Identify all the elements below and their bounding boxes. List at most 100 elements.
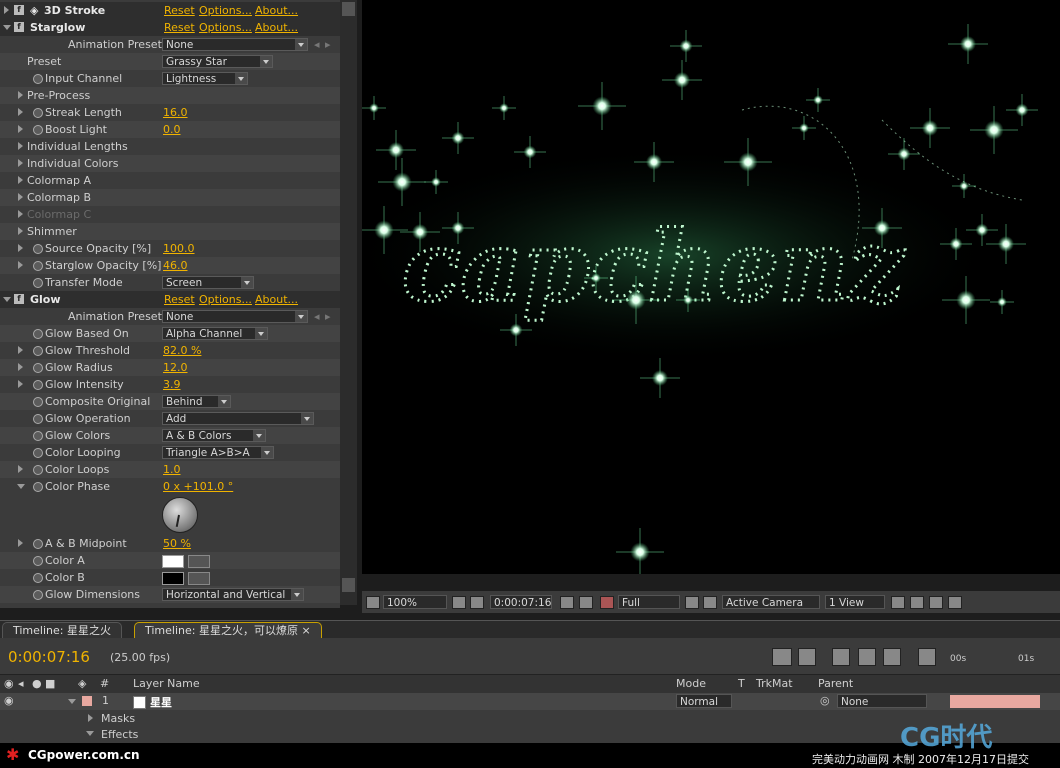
stopwatch-icon[interactable]: [33, 482, 43, 492]
graph-editor-icon[interactable]: [918, 648, 936, 666]
collapse-arrow-icon[interactable]: [3, 25, 11, 30]
expand-arrow-icon[interactable]: [18, 363, 23, 371]
expand-arrow-icon[interactable]: [18, 125, 23, 133]
source-opacity-value[interactable]: 100.0: [163, 240, 195, 257]
about-link[interactable]: About...: [255, 19, 298, 36]
input-channel-dropdown[interactable]: Lightness: [162, 72, 248, 85]
stopwatch-icon[interactable]: [33, 363, 43, 373]
motion-blur-icon[interactable]: [883, 648, 901, 666]
expand-arrow-icon[interactable]: [18, 91, 23, 99]
view-layout-dropdown[interactable]: 1 View: [825, 595, 885, 609]
starglow-opacity-value[interactable]: 46.0: [163, 257, 188, 274]
streak-length-value[interactable]: 16.0: [163, 104, 188, 121]
current-time-code[interactable]: 0:00:07:16: [8, 648, 90, 666]
stopwatch-icon[interactable]: [33, 414, 43, 424]
layer-label-color[interactable]: [82, 696, 92, 706]
stopwatch-icon[interactable]: [33, 74, 43, 84]
expand-arrow-icon[interactable]: [4, 6, 9, 14]
stopwatch-icon[interactable]: [33, 431, 43, 441]
safe-zones-icon[interactable]: [452, 596, 466, 609]
color-phase-dial-knob[interactable]: [162, 497, 198, 533]
always-preview-icon[interactable]: [366, 596, 380, 609]
resolution-dropdown[interactable]: Full: [618, 595, 680, 609]
stopwatch-icon[interactable]: [33, 556, 43, 566]
pixel-aspect-icon[interactable]: [891, 596, 905, 609]
transparency-grid-icon[interactable]: [703, 596, 717, 609]
pick-whip-icon[interactable]: ◎: [820, 694, 830, 707]
3d-view-icon[interactable]: [798, 648, 816, 666]
glow-radius-value[interactable]: 12.0: [163, 359, 188, 376]
stopwatch-icon[interactable]: [33, 278, 43, 288]
blend-mode-dropdown[interactable]: Normal: [676, 694, 732, 708]
comp-button-icon[interactable]: [772, 648, 792, 666]
camera-dropdown[interactable]: Active Camera: [722, 595, 820, 609]
expand-arrow-icon[interactable]: [18, 176, 23, 184]
fx-toggle-icon[interactable]: f: [14, 22, 24, 32]
expand-arrow-icon[interactable]: [18, 380, 23, 388]
color-b-swatch[interactable]: [162, 572, 184, 585]
stopwatch-icon[interactable]: [33, 573, 43, 583]
draft-3d-icon[interactable]: [832, 648, 850, 666]
collapse-arrow-icon[interactable]: [86, 731, 94, 736]
fx-toggle-icon[interactable]: f: [14, 294, 24, 304]
individual-colors-row[interactable]: Individual Colors: [0, 155, 340, 172]
composite-original-dropdown[interactable]: Behind: [162, 395, 231, 408]
expand-arrow-icon[interactable]: [18, 465, 23, 473]
colormap-a-row[interactable]: Colormap A: [0, 172, 340, 189]
zoom-dropdown[interactable]: 100%: [383, 595, 447, 609]
color-channels-icon[interactable]: [600, 596, 614, 609]
expand-arrow-icon[interactable]: [18, 210, 23, 218]
stopwatch-icon[interactable]: [33, 329, 43, 339]
stopwatch-icon[interactable]: [33, 448, 43, 458]
glow-intensity-value[interactable]: 3.9: [163, 376, 181, 393]
expand-arrow-icon[interactable]: [18, 142, 23, 150]
show-snapshot-icon[interactable]: [579, 596, 593, 609]
pre-process-row[interactable]: Pre-Process: [0, 87, 340, 104]
effect-glow-header[interactable]: f Glow Reset Options... About...: [0, 291, 340, 308]
color-a-swatch[interactable]: [162, 555, 184, 568]
tab-timeline-2[interactable]: Timeline: 星星之火，可以燎原 ×: [134, 622, 322, 639]
scroll-up-icon[interactable]: [342, 2, 355, 16]
presets-dropdown[interactable]: None: [162, 310, 308, 323]
glow-operation-dropdown[interactable]: Add: [162, 412, 314, 425]
fast-previews-icon[interactable]: [910, 596, 924, 609]
ab-midpoint-value[interactable]: 50 %: [163, 535, 191, 552]
expand-arrow-icon[interactable]: [18, 227, 23, 235]
transfer-mode-dropdown[interactable]: Screen: [162, 276, 254, 289]
effect-3d-stroke-header[interactable]: f ◈ 3D Stroke Reset Options... About...: [0, 2, 340, 19]
prev-preset-icon[interactable]: ◂: [314, 36, 320, 53]
stopwatch-icon[interactable]: [33, 346, 43, 356]
effects-scrollbar[interactable]: [340, 0, 357, 605]
mask-visibility-icon[interactable]: [470, 596, 484, 609]
timeline-toggle-icon[interactable]: [929, 596, 943, 609]
expand-arrow-icon[interactable]: [18, 539, 23, 547]
stopwatch-icon[interactable]: [33, 465, 43, 475]
tab-timeline-1[interactable]: Timeline: 星星之火: [2, 622, 122, 639]
about-link[interactable]: About...: [255, 291, 298, 308]
eye-icon[interactable]: ◉: [4, 694, 14, 707]
glow-colors-dropdown[interactable]: A & B Colors: [162, 429, 266, 442]
collapse-arrow-icon[interactable]: [68, 699, 76, 704]
stopwatch-icon[interactable]: [33, 125, 43, 135]
close-icon[interactable]: ×: [301, 624, 310, 637]
expand-arrow-icon[interactable]: [88, 714, 93, 722]
scroll-down-icon[interactable]: [342, 578, 355, 592]
glow-dimensions-dropdown[interactable]: Horizontal and Vertical: [162, 588, 304, 601]
about-link[interactable]: About...: [255, 2, 298, 19]
presets-dropdown[interactable]: None: [162, 38, 308, 51]
stopwatch-icon[interactable]: [33, 397, 43, 407]
reset-link[interactable]: Reset: [164, 19, 195, 36]
preset-dropdown[interactable]: Grassy Star: [162, 55, 273, 68]
stopwatch-icon[interactable]: [33, 261, 43, 271]
glow-based-on-dropdown[interactable]: Alpha Channel: [162, 327, 268, 340]
frame-blending-icon[interactable]: [858, 648, 876, 666]
composition-viewer[interactable]: capchenz: [362, 0, 1060, 574]
flowchart-icon[interactable]: [948, 596, 962, 609]
color-loops-value[interactable]: 1.0: [163, 461, 181, 478]
layer-name-column-header[interactable]: Layer Name: [133, 677, 200, 690]
stopwatch-icon[interactable]: [33, 244, 43, 254]
options-link[interactable]: Options...: [199, 291, 252, 308]
timeline-layer-row[interactable]: ◉ 1 星星 Normal ◎ None: [0, 693, 1060, 710]
effect-starglow-header[interactable]: f Starglow Reset Options... About...: [0, 19, 340, 36]
shimmer-row[interactable]: Shimmer: [0, 223, 340, 240]
